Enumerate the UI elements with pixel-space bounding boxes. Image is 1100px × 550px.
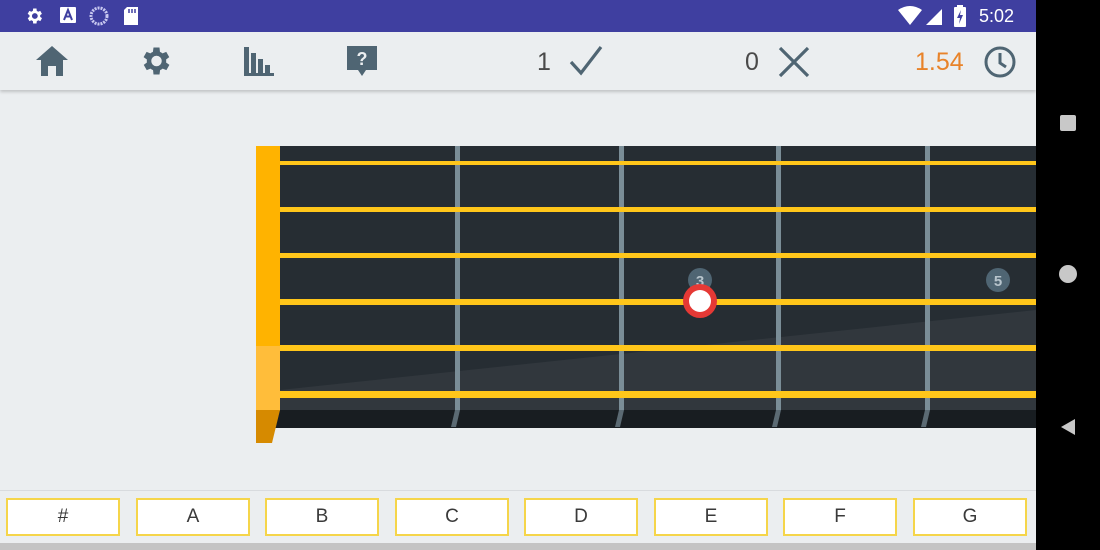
note-button-e[interactable]: E <box>654 498 768 536</box>
app-screen: ? 1 0 1.54 3 5 # A B C D E F G <box>0 32 1036 550</box>
checkmark-icon <box>569 46 603 76</box>
wifi-icon <box>898 6 922 25</box>
help-icon[interactable]: ? <box>344 43 380 79</box>
string-2 <box>280 207 1036 212</box>
statistics-icon[interactable] <box>241 43 277 79</box>
note-button-d[interactable]: D <box>524 498 638 536</box>
recents-square-icon[interactable] <box>1059 114 1077 132</box>
home-icon[interactable] <box>34 43 70 79</box>
fretboard-area: 3 5 <box>0 90 1036 490</box>
note-button-f[interactable]: F <box>783 498 897 536</box>
string-6 <box>280 391 1036 398</box>
string-5 <box>280 345 1036 351</box>
correct-count: 1 <box>537 48 551 76</box>
signal-icon <box>926 9 942 25</box>
nut <box>256 146 280 443</box>
clock-icon <box>984 46 1016 78</box>
target-note-marker[interactable] <box>683 284 717 318</box>
text-a-icon <box>60 7 76 23</box>
note-button-b[interactable]: B <box>265 498 379 536</box>
string-3 <box>280 253 1036 258</box>
clock-time: 5:02 <box>978 6 1014 26</box>
gear-icon <box>27 8 42 24</box>
svg-text:?: ? <box>357 49 368 69</box>
sd-card-icon <box>124 7 138 25</box>
status-bar: 5:02 <box>0 0 1036 32</box>
sync-circle-icon <box>89 6 109 26</box>
note-button-a[interactable]: A <box>136 498 250 536</box>
wrong-count: 0 <box>745 48 759 76</box>
navigation-bar <box>1036 0 1100 550</box>
note-button-c[interactable]: C <box>395 498 509 536</box>
answer-bar: # A B C D E F G <box>0 490 1036 550</box>
note-button-sharp[interactable]: # <box>6 498 120 536</box>
home-circle-icon[interactable] <box>1058 264 1078 284</box>
guitar-fretboard[interactable]: 3 5 <box>0 90 1036 490</box>
string-1 <box>280 161 1036 165</box>
back-triangle-icon[interactable] <box>1058 417 1078 437</box>
string-4 <box>280 299 1036 305</box>
battery-charging-icon <box>954 5 966 27</box>
fret-marker-5-label: 5 <box>994 273 1002 290</box>
bottom-divider <box>0 543 1036 550</box>
cross-icon <box>778 46 810 78</box>
timer-value: 1.54 <box>915 48 964 76</box>
toolbar: ? 1 0 1.54 <box>0 32 1036 90</box>
settings-icon[interactable] <box>137 43 173 79</box>
note-button-g[interactable]: G <box>913 498 1027 536</box>
